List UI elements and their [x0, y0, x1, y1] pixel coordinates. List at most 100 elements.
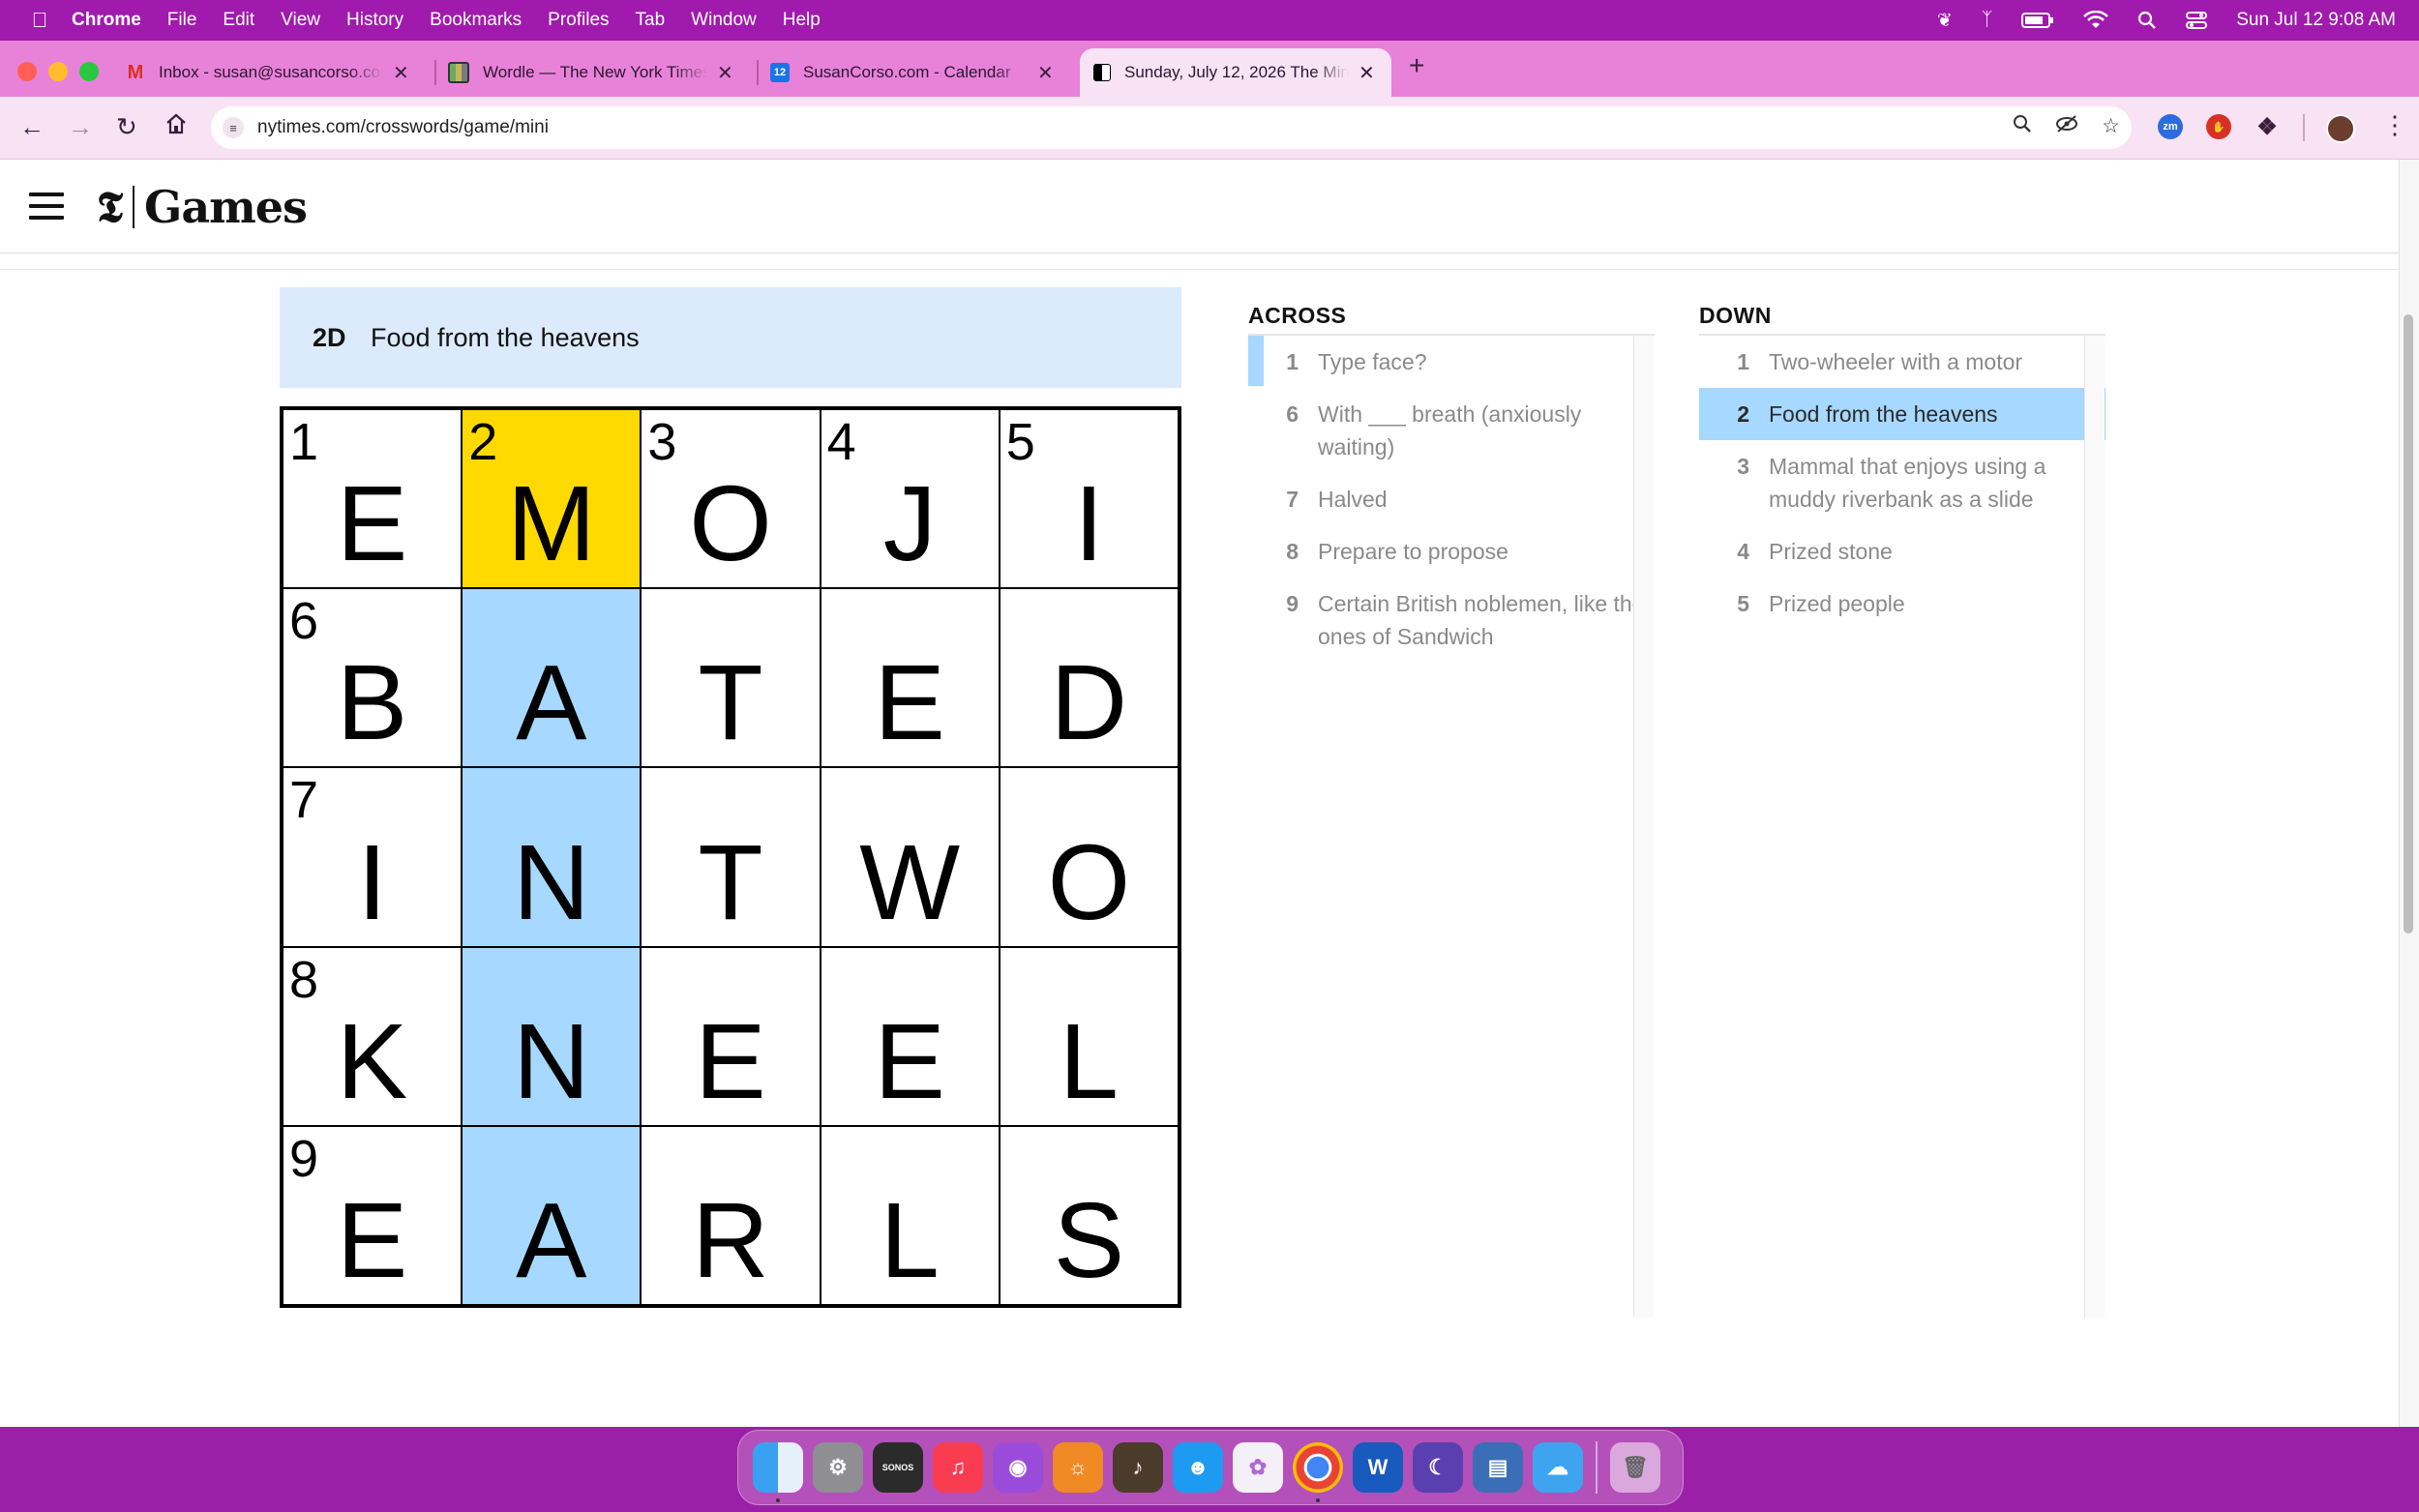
orbit-app-icon[interactable]: ☾	[1413, 1442, 1463, 1493]
tab-wordle[interactable]: Wordle — The New York Times ✕	[448, 48, 748, 97]
music-icon[interactable]: ♫	[933, 1442, 983, 1493]
more-menu-icon[interactable]: ⋮	[2382, 110, 2407, 140]
grid-cell[interactable]: N	[463, 768, 641, 946]
grid-cell[interactable]: T	[642, 768, 820, 946]
tab-calendar[interactable]: 12 SusanCorso.com - Calendar ✕	[770, 48, 1070, 97]
word-icon[interactable]: W	[1353, 1442, 1403, 1493]
garageband-icon[interactable]: ♪	[1113, 1442, 1163, 1493]
grid-cell[interactable]: S	[1000, 1126, 1178, 1304]
adblock-extension-icon[interactable]: ✋	[2206, 114, 2231, 139]
across-clue-7[interactable]: 7 Halved	[1248, 473, 1655, 525]
system-settings-icon[interactable]: ⚙	[813, 1442, 863, 1493]
minimize-window-button[interactable]	[48, 62, 68, 81]
address-bar[interactable]: ≡ nytimes.com/crosswords/game/mini ☆	[211, 106, 2132, 149]
zoom-icon[interactable]	[2013, 114, 2032, 139]
spotlight-search-icon[interactable]	[2137, 11, 2157, 30]
close-tab-icon[interactable]: ✕	[1359, 61, 1375, 85]
across-clue-1[interactable]: 1 Type face?	[1248, 336, 1655, 388]
nyt-games-logo[interactable]: 𝕿 Games	[97, 181, 308, 233]
down-clue-2[interactable]: 2 Food from the heavens	[1699, 388, 2105, 440]
eye-slash-icon[interactable]	[2055, 114, 2078, 139]
grid-cell[interactable]: 6B	[284, 589, 462, 767]
across-scrollbar[interactable]	[1633, 336, 1654, 1318]
grid-cell[interactable]: 2M	[463, 410, 641, 588]
forward-arrow-icon[interactable]: →	[68, 112, 93, 142]
grid-cell[interactable]: L	[1000, 947, 1178, 1125]
tab-crossword-active[interactable]: Sunday, July 12, 2026 The Mini ✕	[1080, 48, 1391, 97]
down-clue-1[interactable]: 1 Two-wheeler with a motor	[1699, 336, 2105, 388]
page-scrollbar-thumb[interactable]	[2404, 314, 2413, 934]
across-clue-8[interactable]: 8 Prepare to propose	[1248, 525, 1655, 578]
grid-cell[interactable]: L	[821, 1126, 999, 1304]
wifi-icon[interactable]	[2083, 11, 2109, 30]
menu-bookmarks[interactable]: Bookmarks	[430, 10, 522, 31]
tab-gmail[interactable]: M Inbox - susan@susancorso.com ✕	[126, 48, 426, 97]
down-scrollbar[interactable]	[2084, 336, 2105, 1318]
trash-icon[interactable]: 🗑	[1610, 1442, 1660, 1493]
down-clue-4[interactable]: 4 Prized stone	[1699, 525, 2105, 578]
across-clue-9[interactable]: 9 Certain British noblemen, like the ones…	[1248, 578, 1655, 663]
down-clue-5[interactable]: 5 Prized people	[1699, 578, 2105, 630]
url-text[interactable]: nytimes.com/crosswords/game/mini	[257, 117, 549, 138]
across-clue-6[interactable]: 6 With ___ breath (anxiously waiting)	[1248, 388, 1655, 473]
weather-icon[interactable]: ☁	[1533, 1442, 1583, 1493]
bookmark-star-icon[interactable]: ☆	[2102, 114, 2120, 139]
close-tab-icon[interactable]: ✕	[1037, 61, 1054, 85]
grid-cell[interactable]: 9E	[284, 1126, 462, 1304]
grid-cell[interactable]: N	[463, 947, 641, 1125]
sonos-icon[interactable]: SONOS	[873, 1442, 923, 1493]
hamburger-menu-icon[interactable]	[29, 193, 64, 227]
close-tab-icon[interactable]: ✕	[393, 61, 409, 85]
site-info-icon[interactable]: ≡	[223, 117, 244, 138]
grid-cell[interactable]: 7I	[284, 768, 462, 946]
apple-icon[interactable]: 	[25, 8, 54, 33]
menu-help[interactable]: Help	[783, 10, 821, 31]
menu-clock[interactable]: Sun Jul 12 9:08 AM	[2236, 10, 2396, 31]
control-center-icon[interactable]	[2186, 11, 2208, 30]
menu-view[interactable]: View	[281, 10, 320, 31]
grid-cell[interactable]: 8K	[284, 947, 462, 1125]
zoom-window-button[interactable]	[79, 62, 99, 81]
reading-app-icon[interactable]: ☻	[1173, 1442, 1223, 1493]
finder-icon[interactable]	[753, 1442, 803, 1502]
page-scrollbar[interactable]	[2399, 160, 2419, 1427]
grid-cell[interactable]: E	[642, 947, 820, 1125]
chrome-icon[interactable]	[1293, 1442, 1343, 1502]
grid-cell[interactable]: E	[821, 947, 999, 1125]
podcasts-icon[interactable]: ◉	[993, 1442, 1043, 1493]
menu-file[interactable]: File	[167, 10, 197, 31]
current-clue-bar[interactable]: 2D Food from the heavens	[280, 287, 1181, 388]
grid-cell[interactable]: A	[463, 1126, 641, 1304]
extensions-puzzle-icon[interactable]: ❖	[2255, 114, 2280, 140]
zoom-extension-icon[interactable]: zm	[2158, 114, 2183, 139]
bluetooth-icon[interactable]: ᛉ	[1982, 10, 1992, 31]
grid-cell[interactable]: W	[821, 768, 999, 946]
grid-cell[interactable]: D	[1000, 589, 1178, 767]
photos-icon[interactable]: ✿	[1233, 1442, 1283, 1493]
grid-cell[interactable]: R	[642, 1126, 820, 1304]
back-arrow-icon[interactable]: ←	[19, 112, 45, 142]
menu-history[interactable]: History	[346, 10, 403, 31]
menu-tab[interactable]: Tab	[636, 10, 666, 31]
grid-cell[interactable]: 1E	[284, 410, 462, 588]
audiobooks-icon[interactable]: ☼	[1053, 1442, 1103, 1493]
home-icon[interactable]	[164, 112, 188, 142]
battery-icon[interactable]	[2021, 12, 2054, 29]
menu-app-name[interactable]: Chrome	[72, 10, 141, 31]
new-tab-button[interactable]: +	[1409, 50, 1424, 81]
grid-cell[interactable]: 5I	[1000, 410, 1178, 588]
grid-cell[interactable]: 3O	[642, 410, 820, 588]
grid-cell[interactable]: 4J	[821, 410, 999, 588]
menu-window[interactable]: Window	[691, 10, 757, 31]
close-window-button[interactable]	[17, 62, 37, 81]
profile-avatar[interactable]	[2326, 114, 2355, 143]
menu-profiles[interactable]: Profiles	[548, 10, 609, 31]
reload-icon[interactable]: ↻	[116, 112, 137, 142]
grid-cell[interactable]: O	[1000, 768, 1178, 946]
grid-cell[interactable]: E	[821, 589, 999, 767]
flame-icon[interactable]: ❦	[1937, 10, 1953, 32]
grid-cell[interactable]: A	[463, 589, 641, 767]
book-app-icon[interactable]: ▤	[1473, 1442, 1523, 1493]
grid-cell[interactable]: T	[642, 589, 820, 767]
close-tab-icon[interactable]: ✕	[717, 61, 733, 85]
